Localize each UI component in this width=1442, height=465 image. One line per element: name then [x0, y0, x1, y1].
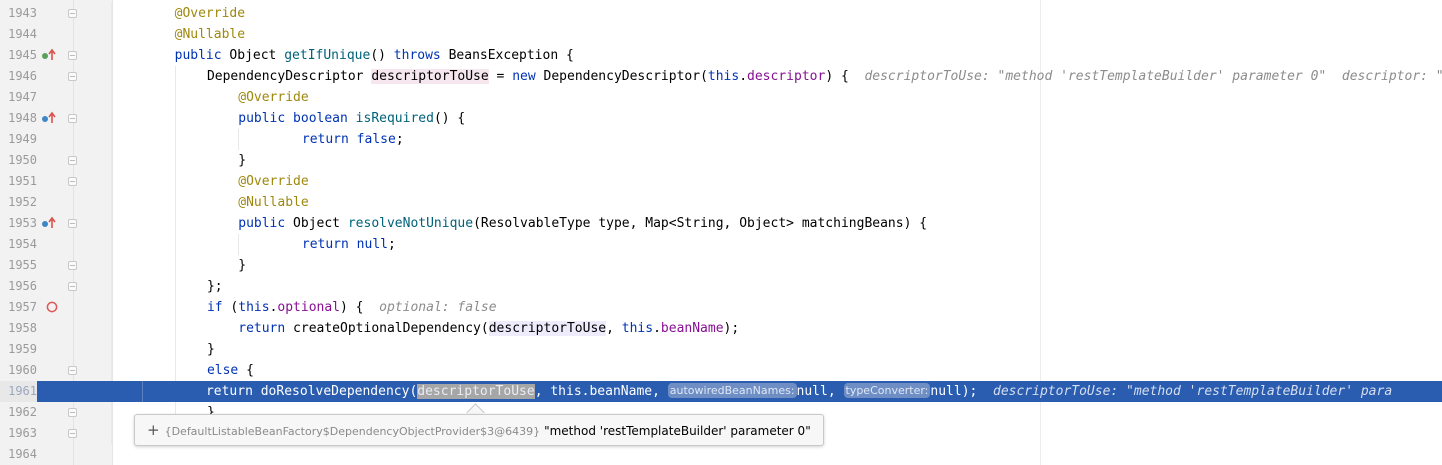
variable-highlight: descriptorToUse	[371, 69, 489, 84]
code-line[interactable]: 1958 return createOptionalDependency(des…	[0, 318, 1442, 339]
parameter-name-hint: typeConverter:	[843, 383, 931, 398]
code-line[interactable]: 1957 if (this.optional) { optional: fals…	[0, 297, 1442, 318]
line-number[interactable]: 1945	[0, 45, 37, 66]
line-number[interactable]: 1962	[0, 402, 37, 423]
code-text: return createOptionalDependency(descript…	[111, 318, 739, 339]
line-number[interactable]: 1947	[0, 87, 37, 108]
line-number[interactable]: 1943	[0, 3, 37, 24]
code-line[interactable]: 1960 else {	[0, 360, 1442, 381]
code-line[interactable]: 1947 @Override	[0, 87, 1442, 108]
implements-override-icon[interactable]	[41, 108, 61, 129]
expand-icon[interactable]: +	[147, 421, 160, 439]
code-line[interactable]: 1946 DependencyDescriptor descriptorToUs…	[0, 66, 1442, 87]
code-text: @Override	[111, 87, 309, 108]
code-text: @Override	[111, 3, 245, 24]
parameter-name-hint: autowiredBeanNames:	[667, 383, 797, 398]
variable-usage-highlight: descriptorToUse	[488, 321, 607, 336]
code-line[interactable]: 1964	[0, 444, 1442, 465]
code-text: }	[111, 150, 246, 171]
code-text: };	[111, 276, 223, 297]
code-text: }	[111, 339, 215, 360]
code-line[interactable]: 1950 }	[0, 150, 1442, 171]
implements-override-icon[interactable]	[41, 213, 61, 234]
line-number[interactable]: 1964	[0, 444, 37, 465]
code-text: return doResolveDependency(descriptorToU…	[111, 381, 1392, 402]
code-line[interactable]: 1952 @Nullable	[0, 192, 1442, 213]
code-text: public boolean isRequired() {	[111, 108, 465, 129]
line-number[interactable]: 1950	[0, 150, 37, 171]
current-execution-line[interactable]: 1961 return doResolveDependency(descript…	[0, 381, 1442, 402]
breakpoint-icon[interactable]	[41, 297, 61, 318]
code-text: @Nullable	[111, 192, 309, 213]
implements-override-icon[interactable]	[41, 45, 61, 66]
code-text: else {	[111, 360, 254, 381]
code-line[interactable]: 1955 }	[0, 255, 1442, 276]
fold-marker[interactable]	[68, 72, 77, 81]
code-line[interactable]: 1949 return false;	[0, 129, 1442, 150]
code-line[interactable]: 1959 }	[0, 339, 1442, 360]
fold-marker[interactable]	[68, 282, 77, 291]
fold-marker[interactable]	[68, 429, 77, 438]
fold-marker[interactable]	[68, 219, 77, 228]
code-line[interactable]: 1956 };	[0, 276, 1442, 297]
line-number[interactable]: 1956	[0, 276, 37, 297]
code-text: if (this.optional) { optional: false	[111, 297, 497, 318]
tooltip-object-value: "method 'restTemplateBuilder' parameter …	[544, 424, 811, 438]
debug-value-hint: descriptorToUse: "method 'restTemplateBu…	[864, 69, 1442, 84]
fold-marker[interactable]	[68, 51, 77, 60]
code-line[interactable]: 1945 public Object getIfUnique() throws …	[0, 45, 1442, 66]
line-number[interactable]: 1955	[0, 255, 37, 276]
code-text: @Nullable	[111, 24, 245, 45]
code-line[interactable]: 1948 public boolean isRequired() {	[0, 108, 1442, 129]
code-text: }	[111, 255, 246, 276]
code-text: public Object getIfUnique() throws Beans…	[111, 45, 574, 66]
code-text: return null;	[111, 234, 396, 255]
code-text: @Override	[111, 171, 309, 192]
line-number[interactable]: 1957	[0, 297, 37, 318]
line-number[interactable]: 1958	[0, 318, 37, 339]
code-text: public Object resolveNotUnique(Resolvabl…	[111, 213, 927, 234]
line-number[interactable]: 1946	[0, 66, 37, 87]
fold-marker[interactable]	[68, 9, 77, 18]
selected-variable[interactable]: descriptorToUse	[417, 384, 535, 399]
line-number[interactable]: 1959	[0, 339, 37, 360]
tooltip-object-type: {DefaultListableBeanFactory$DependencyOb…	[164, 425, 541, 438]
fold-marker[interactable]	[68, 156, 77, 165]
line-number[interactable]: 1948	[0, 108, 37, 129]
fold-marker[interactable]	[68, 177, 77, 186]
fold-marker[interactable]	[68, 366, 77, 375]
line-number[interactable]: 1961	[0, 381, 37, 402]
code-line[interactable]: 1954 return null;	[0, 234, 1442, 255]
debug-value-tooltip[interactable]: + {DefaultListableBeanFactory$DependencyO…	[134, 414, 824, 446]
line-number[interactable]: 1953	[0, 213, 37, 234]
code-line[interactable]: 1953 public Object resolveNotUnique(Reso…	[0, 213, 1442, 234]
code-line[interactable]: 1944 @Nullable	[0, 24, 1442, 45]
fold-marker[interactable]	[68, 114, 77, 123]
code-line[interactable]: 1943 @Override	[0, 3, 1442, 24]
code-line[interactable]: 1951 @Override	[0, 171, 1442, 192]
debug-value-hint: descriptorToUse: "method 'restTemplateBu…	[993, 384, 1393, 399]
line-number[interactable]: 1951	[0, 171, 37, 192]
code-text: return false;	[111, 129, 404, 150]
line-number[interactable]: 1952	[0, 192, 37, 213]
fold-marker[interactable]	[68, 261, 77, 270]
line-number[interactable]: 1944	[0, 24, 37, 45]
fold-marker[interactable]	[68, 408, 77, 417]
line-number[interactable]: 1963	[0, 423, 37, 444]
line-number[interactable]: 1960	[0, 360, 37, 381]
line-number[interactable]: 1954	[0, 234, 37, 255]
code-text: DependencyDescriptor descriptorToUse = n…	[111, 66, 1442, 87]
debug-value-hint: optional: false	[379, 300, 497, 315]
line-number[interactable]: 1949	[0, 129, 37, 150]
